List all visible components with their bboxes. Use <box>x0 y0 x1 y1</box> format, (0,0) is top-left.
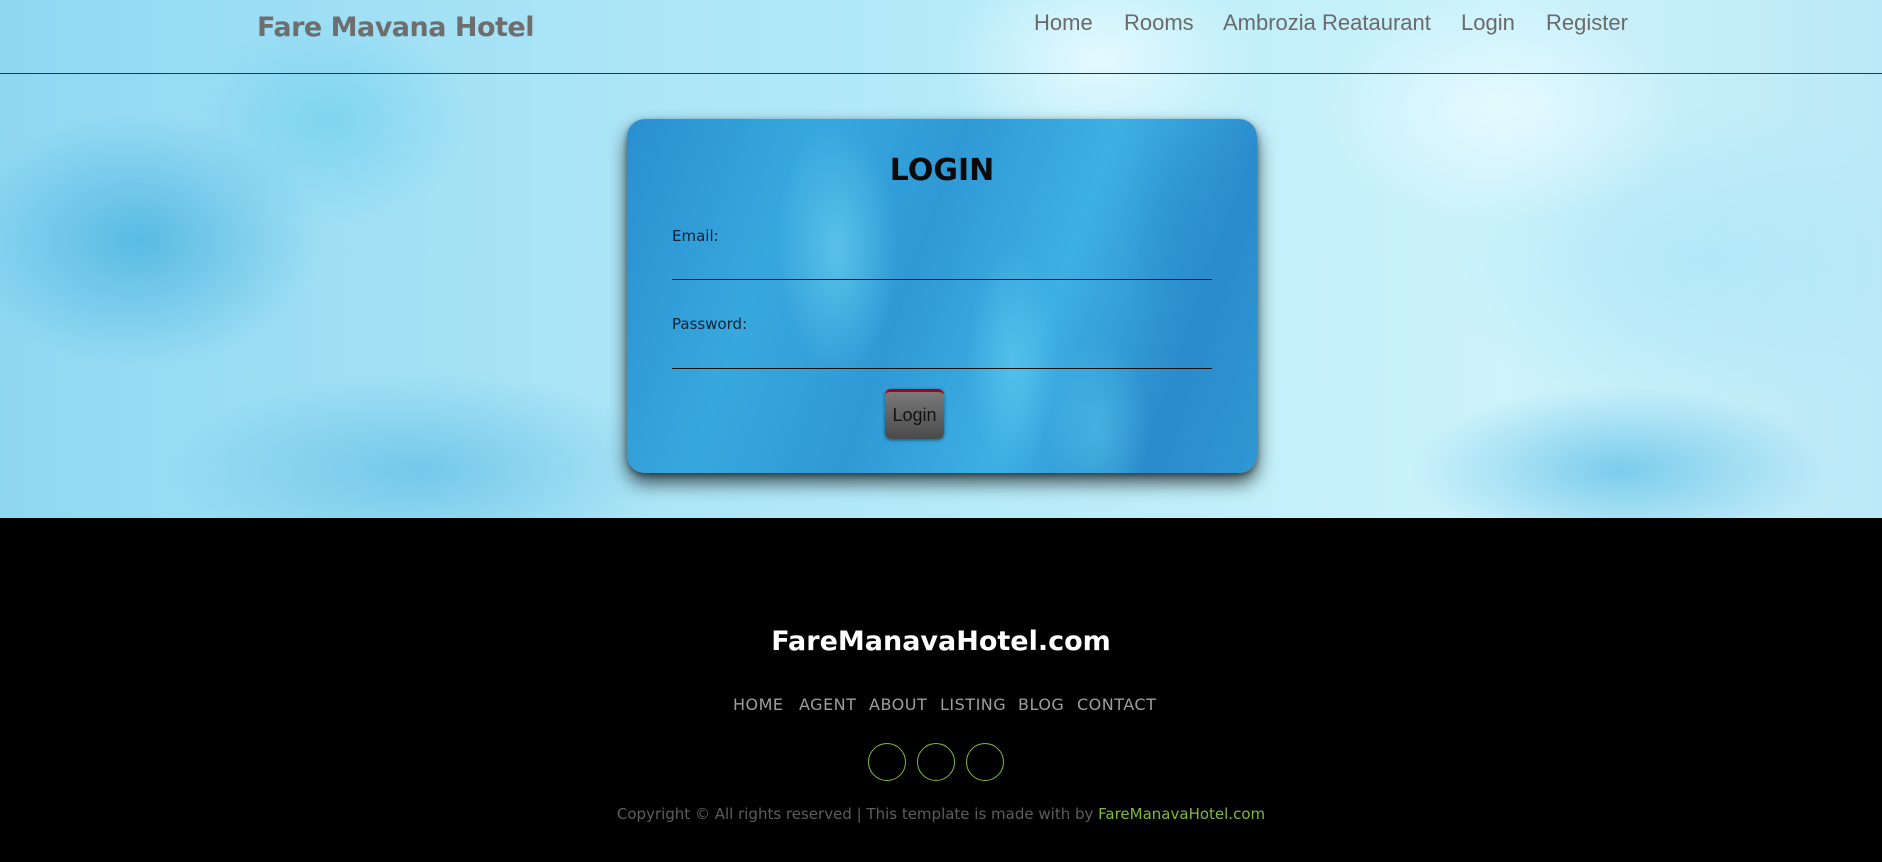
social-icon-3[interactable] <box>966 743 1004 781</box>
copyright-text: Copyright © All rights reserved | This t… <box>616 805 1094 823</box>
login-title: LOGIN <box>889 153 995 188</box>
login-card: LOGIN Email: Password: Login <box>627 119 1257 473</box>
nav-home[interactable]: Home <box>1034 10 1093 36</box>
email-label: Email: <box>672 227 719 245</box>
social-icon-2[interactable] <box>917 743 955 781</box>
footer-nav: HOME AGENT ABOUT LISTING BLOG CONTACT <box>0 695 1882 717</box>
footer-link-about[interactable]: ABOUT <box>869 695 927 714</box>
hero-background: Fare Mavana Hotel Home Rooms Ambrozia Re… <box>0 0 1882 518</box>
footer-brand: FareManavaHotel.com <box>771 626 1111 657</box>
footer: FareManavaHotel.com HOME AGENT ABOUT LIS… <box>0 518 1882 862</box>
email-field[interactable] <box>672 253 1212 280</box>
footer-link-listing[interactable]: LISTING <box>940 695 1006 714</box>
password-label: Password: <box>672 315 748 333</box>
nav-login[interactable]: Login <box>1461 10 1515 36</box>
nav-restaurant[interactable]: Ambrozia Reataurant <box>1223 10 1431 36</box>
password-field[interactable] <box>672 342 1212 369</box>
copyright: Copyright © All rights reserved | This t… <box>0 805 1882 823</box>
footer-link-contact[interactable]: CONTACT <box>1077 695 1156 714</box>
nav-register[interactable]: Register <box>1546 10 1628 36</box>
footer-link-agent[interactable]: AGENT <box>799 695 856 714</box>
social-icon-1[interactable] <box>868 743 906 781</box>
footer-link-home[interactable]: HOME <box>733 695 784 714</box>
top-navbar: Fare Mavana Hotel Home Rooms Ambrozia Re… <box>0 0 1882 74</box>
footer-link-blog[interactable]: BLOG <box>1018 695 1064 714</box>
login-button[interactable]: Login <box>885 389 944 439</box>
nav-menu: Home Rooms Ambrozia Reataurant Login Reg… <box>0 10 1882 40</box>
nav-rooms[interactable]: Rooms <box>1124 10 1194 36</box>
copyright-link[interactable]: FareManavaHotel.com <box>1098 805 1265 823</box>
